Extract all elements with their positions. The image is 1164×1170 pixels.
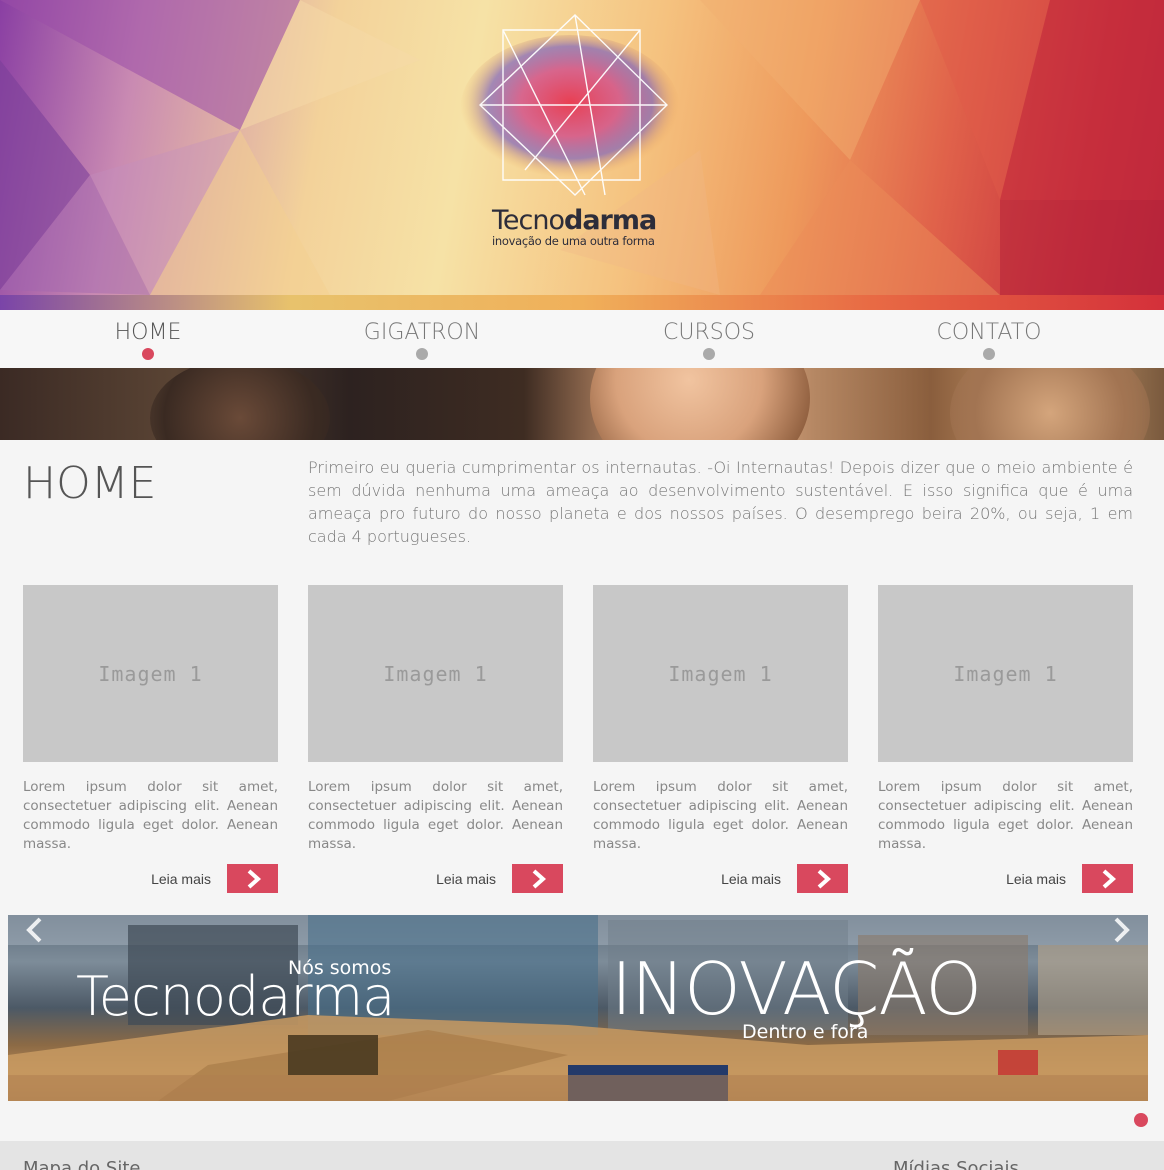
nav-dot <box>983 348 995 360</box>
main-nav: HOME GIGATRON CURSOS CONTATO <box>0 310 1164 368</box>
read-more-button[interactable] <box>512 864 563 893</box>
content-card: Imagem 1 Lorem ipsum dolor sit amet, con… <box>593 585 848 893</box>
slider-pagination-dot[interactable] <box>1134 1113 1148 1127</box>
nav-label: CONTATO <box>936 320 1042 345</box>
nav-label: HOME <box>114 320 182 345</box>
read-more-button[interactable] <box>227 864 278 893</box>
intro-paragraph: Primeiro eu queria cumprimentar os inter… <box>308 458 1133 546</box>
nav-item-home[interactable]: HOME <box>108 320 188 360</box>
nav-label: GIGATRON <box>363 320 481 345</box>
header-stripe <box>0 295 1164 310</box>
slide-subtitle: Dentro e fora <box>742 1021 869 1043</box>
nav-item-cursos[interactable]: CURSOS <box>655 320 763 360</box>
chevron-right-icon <box>247 869 261 888</box>
read-more[interactable]: Leia mais <box>1006 864 1133 893</box>
card-image-label: Imagem 1 <box>668 661 773 686</box>
card-image-label: Imagem 1 <box>383 661 488 686</box>
footer-sitemap-heading: Mapa do Site <box>23 1158 141 1170</box>
footer-social-heading: Mídias Sociais <box>893 1158 1019 1170</box>
read-more-label[interactable]: Leia mais <box>1006 871 1066 887</box>
chevron-right-icon <box>1102 869 1116 888</box>
nav-item-gigatron[interactable]: GIGATRON <box>358 320 486 360</box>
chevron-right-icon <box>817 869 831 888</box>
read-more-label[interactable]: Leia mais <box>151 871 211 887</box>
brand-name: Tecnodarma <box>492 205 657 236</box>
face-image <box>950 368 1150 440</box>
read-more[interactable]: Leia mais <box>721 864 848 893</box>
page-title: HOME <box>23 458 157 509</box>
card-image-placeholder: Imagem 1 <box>23 585 278 762</box>
card-text: Lorem ipsum dolor sit amet, consectetuer… <box>308 779 563 852</box>
face-image <box>150 368 330 440</box>
read-more-button[interactable] <box>1082 864 1133 893</box>
content-card: Imagem 1 Lorem ipsum dolor sit amet, con… <box>878 585 1133 893</box>
nav-dot <box>703 348 715 360</box>
card-image-placeholder: Imagem 1 <box>308 585 563 762</box>
nav-dot <box>416 348 428 360</box>
card-image-label: Imagem 1 <box>953 661 1058 686</box>
chevron-right-icon[interactable] <box>1106 915 1136 945</box>
read-more-label[interactable]: Leia mais <box>721 871 781 887</box>
face-image <box>590 368 810 440</box>
read-more-label[interactable]: Leia mais <box>436 871 496 887</box>
card-image-label: Imagem 1 <box>98 661 203 686</box>
read-more[interactable]: Leia mais <box>151 864 278 893</box>
card-image-placeholder: Imagem 1 <box>593 585 848 762</box>
people-photo-strip <box>0 368 1164 440</box>
content-card: Imagem 1 Lorem ipsum dolor sit amet, con… <box>23 585 278 893</box>
header-banner: Tecnodarma inovação de uma outra forma <box>0 0 1164 295</box>
nav-dot-active <box>142 348 154 360</box>
card-text: Lorem ipsum dolor sit amet, consectetuer… <box>593 779 848 852</box>
card-text: Lorem ipsum dolor sit amet, consectetuer… <box>878 779 1133 852</box>
card-text: Lorem ipsum dolor sit amet, consectetuer… <box>23 779 278 852</box>
nav-item-contato[interactable]: CONTATO <box>930 320 1048 360</box>
read-more[interactable]: Leia mais <box>436 864 563 893</box>
slide-brand: Tecnodarma <box>76 965 395 1028</box>
nav-label: CURSOS <box>663 320 755 345</box>
chevron-right-icon <box>532 869 546 888</box>
content-card: Imagem 1 Lorem ipsum dolor sit amet, con… <box>308 585 563 893</box>
brand-tagline: inovação de uma outra forma <box>492 234 655 248</box>
slide-headline: INOVAÇÃO <box>611 947 982 1031</box>
read-more-button[interactable] <box>797 864 848 893</box>
footer: Mapa do Site Mídias Sociais <box>0 1141 1164 1170</box>
card-image-placeholder: Imagem 1 <box>878 585 1133 762</box>
hero-slider: Nós somos Tecnodarma INOVAÇÃO Dentro e f… <box>8 915 1148 1101</box>
chevron-left-icon[interactable] <box>20 915 50 945</box>
